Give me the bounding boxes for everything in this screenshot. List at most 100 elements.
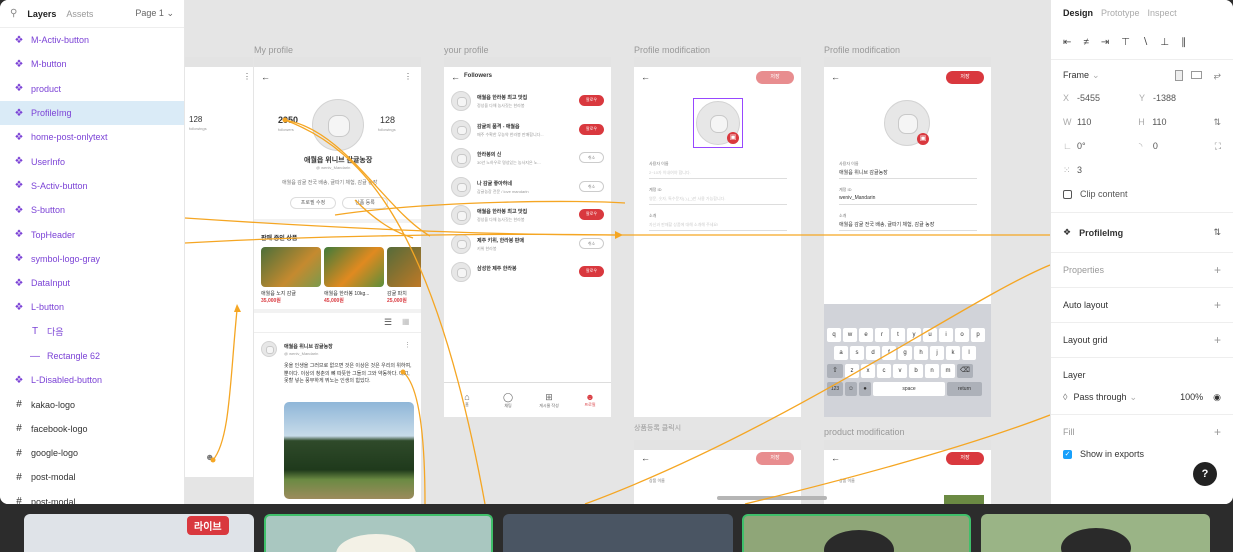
follow-button[interactable]: 취소: [579, 152, 604, 163]
post-more-icon[interactable]: ⋮: [404, 341, 411, 349]
layer-item[interactable]: # kakao-logo: [0, 392, 184, 416]
search-icon[interactable]: ⚲: [10, 8, 17, 19]
key[interactable]: j: [930, 346, 944, 360]
product-image-preview[interactable]: [944, 495, 984, 504]
back-arrow-icon[interactable]: ←: [261, 72, 270, 82]
key[interactable]: k: [946, 346, 960, 360]
username-field[interactable]: 2~10자 이내여야 합니다.: [649, 170, 787, 179]
layer-item[interactable]: ❖ product: [0, 77, 184, 101]
component-name[interactable]: ProfileImg: [1079, 228, 1123, 238]
key[interactable]: e: [859, 328, 873, 342]
layer-item[interactable]: ❖ M-button: [0, 52, 184, 76]
resize-to-fit-icon[interactable]: ⥂: [1214, 70, 1221, 81]
layer-item[interactable]: ❖ L-button: [0, 295, 184, 319]
key[interactable]: c: [877, 364, 891, 378]
upload-button[interactable]: 저장: [756, 452, 794, 465]
key[interactable]: b: [909, 364, 923, 378]
independent-corners-icon[interactable]: ⛶: [1215, 141, 1221, 152]
h-input[interactable]: 110: [1152, 117, 1166, 127]
key[interactable]: q: [827, 328, 841, 342]
product-image-3[interactable]: [387, 247, 421, 287]
tab-inspect[interactable]: Inspect: [1148, 8, 1177, 18]
follower-avatar[interactable]: [451, 176, 471, 197]
follow-button[interactable]: 팔로우: [579, 209, 604, 220]
intro-value[interactable]: 애월읍 감귤 전국 배송, 귤따기 체험, 감귤 농장: [839, 221, 977, 231]
layer-item[interactable]: ❖ UserInfo: [0, 149, 184, 173]
layer-item[interactable]: — Rectangle 62: [0, 344, 184, 368]
back-arrow-icon[interactable]: ←: [831, 72, 840, 82]
follow-button[interactable]: 팔로우: [579, 266, 604, 277]
tab-design[interactable]: Design: [1063, 8, 1093, 18]
key[interactable]: d: [866, 346, 880, 360]
key[interactable]: g: [898, 346, 912, 360]
tab-bar-item[interactable]: ◯ 채팅: [493, 392, 523, 409]
edit-profile-button[interactable]: 프로필 수정: [290, 197, 336, 209]
distribute-icon[interactable]: ∥: [1181, 37, 1186, 48]
follower-avatar[interactable]: [451, 119, 471, 140]
thumbnail-3[interactable]: [503, 514, 733, 552]
post-avatar[interactable]: [261, 341, 277, 357]
follower-row[interactable]: 애월읍 한라봉 최고 맛집 정성을 다해 농사짓는 한라봉 팔로우: [444, 203, 611, 229]
follow-button[interactable]: 취소: [579, 180, 604, 192]
save-button[interactable]: 저장: [946, 452, 984, 465]
follow-button[interactable]: 취소: [579, 237, 604, 249]
frame-my-profile[interactable]: ← ⋮ 2950 followers 128 followings 애월읍 위니…: [254, 57, 421, 504]
radius-input[interactable]: 0: [1153, 141, 1158, 151]
key[interactable]: t: [891, 328, 905, 342]
canvas[interactable]: ⋮ 128 followings ☻ My profile ← ⋮ 2950 f…: [185, 0, 1050, 504]
portrait-icon[interactable]: [1174, 69, 1183, 81]
key[interactable]: z: [845, 364, 859, 378]
thumbnail-2[interactable]: [264, 514, 493, 552]
key[interactable]: p: [971, 328, 985, 342]
add-property-icon[interactable]: +: [1214, 263, 1221, 277]
add-layout-grid-icon[interactable]: +: [1214, 333, 1221, 347]
landscape-icon[interactable]: [1190, 71, 1202, 79]
upload-image-icon[interactable]: ▣: [727, 132, 739, 144]
blend-mode-select[interactable]: Pass through: [1073, 392, 1126, 402]
opacity-input[interactable]: 100%: [1180, 392, 1203, 402]
post-image[interactable]: [284, 402, 414, 499]
layer-item[interactable]: ❖ M-Activ-button: [0, 28, 184, 52]
key[interactable]: x: [861, 364, 875, 378]
id-value[interactable]: weniv_Mandarin: [839, 195, 977, 205]
follow-button[interactable]: 팔로우: [579, 95, 604, 106]
key[interactable]: s: [850, 346, 864, 360]
frame-followers[interactable]: ← Followers 애월읍 한라봉 최고 맛집 정성을 다해 농사짓는 한라…: [444, 57, 611, 417]
w-input[interactable]: 110: [1077, 117, 1091, 127]
frame-profile-modification-2[interactable]: ← 저장 ▣ 사용자 이름 애월읍 위니브 감귤농장 계정 ID weniv_M…: [824, 57, 991, 417]
frame-label[interactable]: Frame: [1063, 70, 1089, 80]
align-bottom-icon[interactable]: ⊥: [1160, 37, 1169, 48]
more-icon[interactable]: ⋮: [243, 72, 251, 81]
rotation-input[interactable]: 0°: [1077, 141, 1086, 151]
back-arrow-icon[interactable]: ←: [641, 72, 650, 82]
key-space[interactable]: space: [873, 382, 945, 396]
follower-row[interactable]: 애월읍 한라봉 최고 맛집 정성을 다해 농사짓는 한라봉 팔로우: [444, 89, 611, 115]
follower-row[interactable]: 제주 키위, 한라봉 판매 키위 한라봉 취소: [444, 232, 611, 258]
key[interactable]: w: [843, 328, 857, 342]
back-arrow-icon[interactable]: ←: [831, 453, 840, 463]
grid-view-icon[interactable]: ▦: [402, 317, 410, 326]
page-selector[interactable]: Page 1 ⌄: [135, 8, 174, 19]
upload-image-icon[interactable]: ▣: [917, 133, 929, 145]
key[interactable]: v: [893, 364, 907, 378]
align-vcenter-icon[interactable]: ∖: [1142, 37, 1148, 48]
frame-product-modification[interactable]: ← 저장 상품 이름: [824, 440, 991, 504]
save-button[interactable]: 저장: [756, 71, 794, 84]
tab-prototype[interactable]: Prototype: [1101, 8, 1140, 18]
layer-item[interactable]: # post-modal: [0, 465, 184, 489]
follower-row[interactable]: 감귤의 품격 - 애월읍 매주 수확한 무농약 한라봉 판매합니다... 팔로우: [444, 118, 611, 144]
corner-smoothing-input[interactable]: 3: [1077, 165, 1082, 175]
layer-item[interactable]: # facebook-logo: [0, 417, 184, 441]
clip-content-checkbox[interactable]: [1063, 189, 1072, 199]
follower-row[interactable]: 삼성한 제주 한라봉 팔로우: [444, 260, 611, 286]
product-image-2[interactable]: [324, 247, 384, 287]
tab-bar-item[interactable]: ⌂ 홈: [452, 392, 482, 408]
back-arrow-icon[interactable]: ←: [451, 72, 460, 82]
key-numbers[interactable]: 123: [827, 382, 843, 396]
layer-item[interactable]: # post-modal: [0, 490, 184, 504]
constrain-proportions-icon[interactable]: ⇅: [1213, 117, 1221, 128]
key[interactable]: a: [834, 346, 848, 360]
backspace-key-icon[interactable]: ⌫: [957, 364, 973, 378]
x-input[interactable]: -5455: [1077, 93, 1100, 103]
tab-assets[interactable]: Assets: [66, 9, 93, 19]
